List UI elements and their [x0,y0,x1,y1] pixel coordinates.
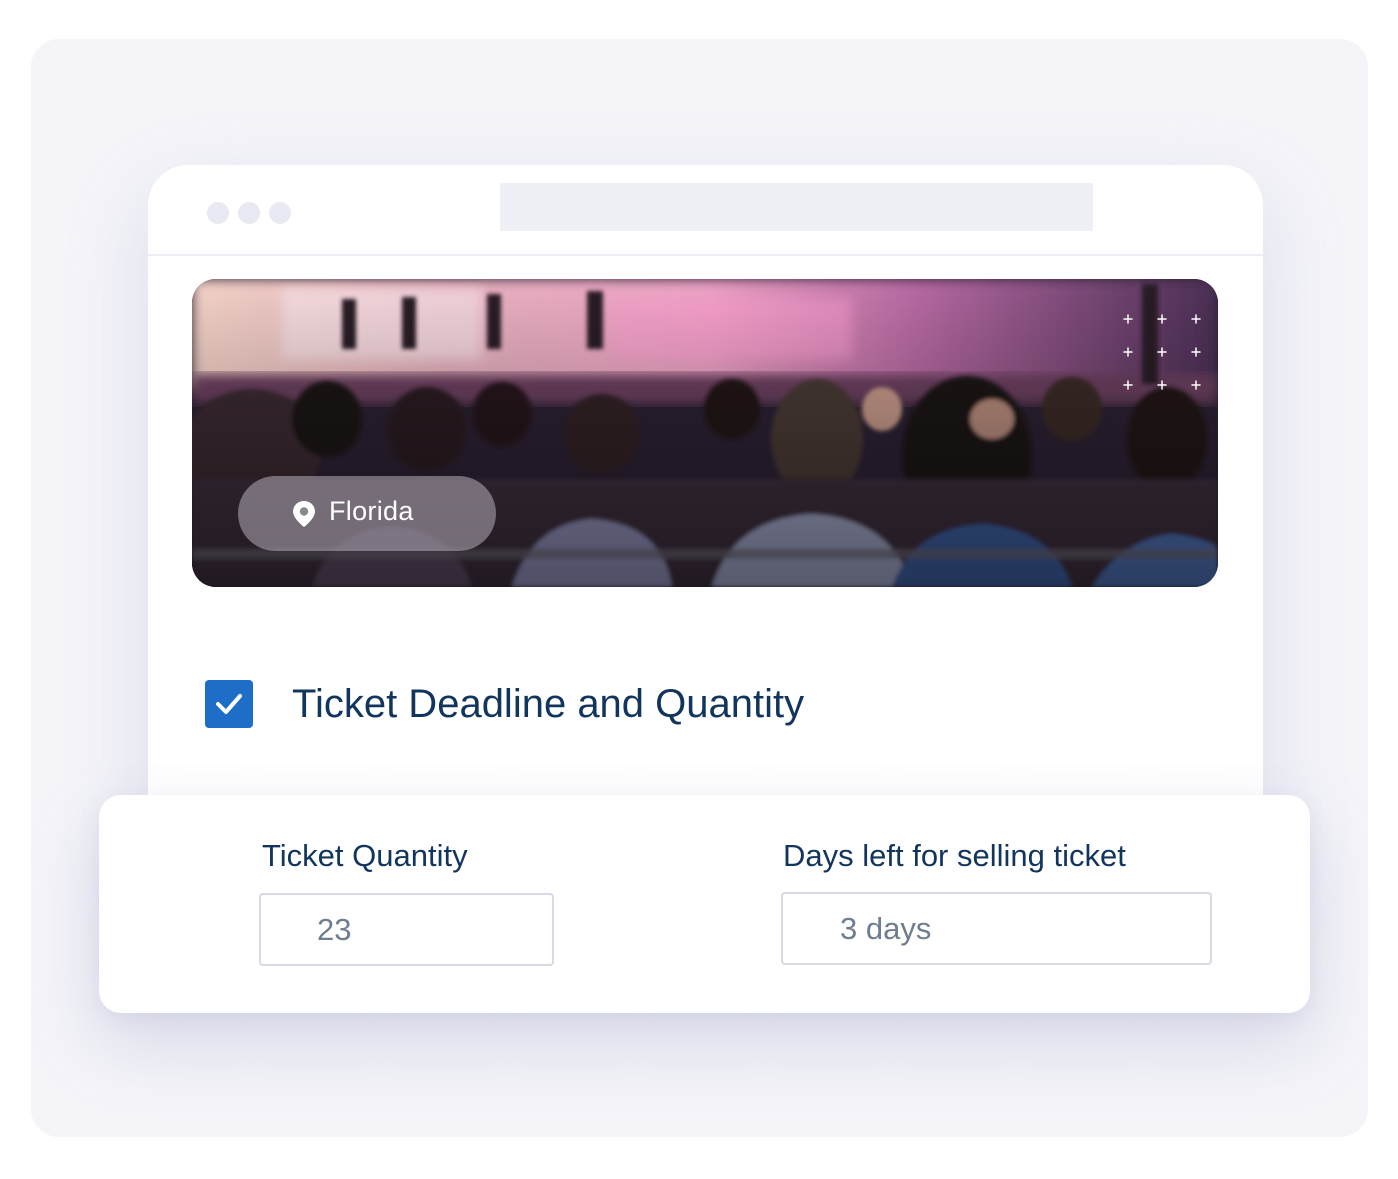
ticket-deadline-checkbox[interactable] [205,680,253,728]
window-dot-icon[interactable] [238,202,260,224]
ticket-form-card: Ticket Quantity 23 Days left for selling… [99,795,1310,1013]
days-left-label: Days left for selling ticket [783,838,1126,873]
ticket-quantity-label: Ticket Quantity [262,838,468,873]
days-left-value: 3 days [840,911,932,946]
section-title: Ticket Deadline and Quantity [292,682,805,726]
address-bar[interactable] [500,183,1093,231]
checkmark-icon [216,694,242,714]
ticket-quantity-value: 23 [317,912,352,947]
plus-sparkle-icon [1123,314,1201,390]
days-left-input[interactable]: 3 days [781,892,1212,965]
map-pin-icon [293,501,315,527]
window-dot-icon[interactable] [269,202,291,224]
browser-toolbar [148,165,1263,256]
window-controls [207,202,291,224]
event-hero-image: Florida [192,279,1218,587]
location-badge[interactable]: Florida [238,476,496,551]
ticket-quantity-input[interactable]: 23 [259,893,554,966]
browser-window: Florida Ticket Deadline and Quantity [148,165,1263,865]
window-dot-icon[interactable] [207,202,229,224]
location-label: Florida [329,496,414,526]
